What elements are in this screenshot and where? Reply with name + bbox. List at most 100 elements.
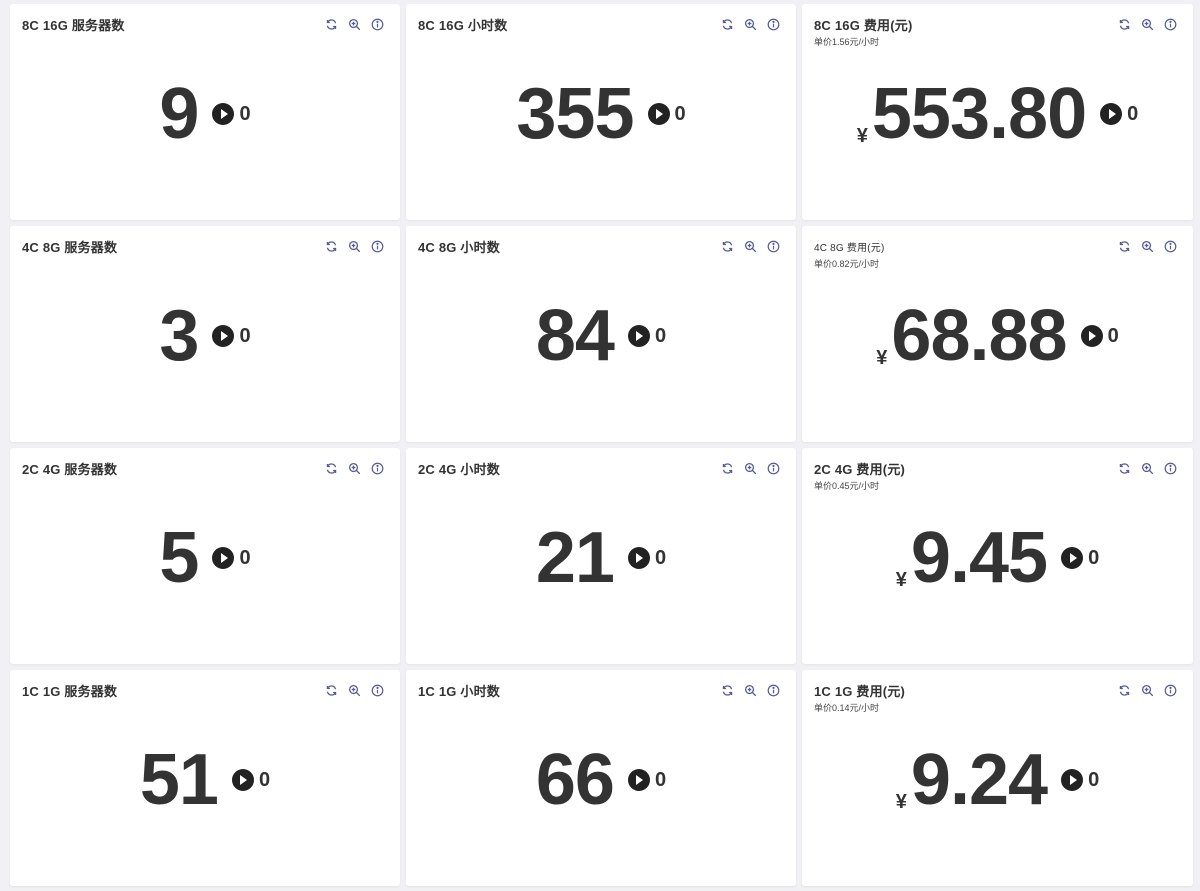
play-icon (231, 769, 254, 791)
metric-card: 4C 8G 小时数 84 0 (406, 226, 796, 442)
card-title: 2C 4G 费用(元) (814, 462, 906, 477)
zoom-in-icon[interactable] (1140, 683, 1154, 697)
change-indicator: 0 (1061, 769, 1099, 792)
play-icon (627, 547, 650, 569)
card-toolbar (1117, 683, 1177, 697)
refresh-icon[interactable] (1117, 239, 1131, 253)
metric-value-area: 355 0 (406, 74, 796, 154)
zoom-in-icon[interactable] (347, 683, 361, 697)
refresh-icon[interactable] (324, 239, 338, 253)
change-indicator: 0 (212, 546, 251, 570)
info-icon[interactable] (766, 17, 780, 31)
info-icon[interactable] (766, 239, 780, 253)
metric-value-area: ¥ 68.88 0 (802, 296, 1193, 376)
card-toolbar (1117, 239, 1177, 253)
info-icon[interactable] (766, 683, 780, 697)
info-icon[interactable] (1163, 683, 1177, 697)
change-indicator: 0 (1061, 547, 1099, 570)
refresh-icon[interactable] (1117, 683, 1131, 697)
info-icon[interactable] (370, 239, 384, 253)
refresh-icon[interactable] (324, 17, 338, 31)
play-icon (212, 103, 235, 125)
delta-value: 0 (654, 546, 667, 569)
delta-value: 0 (239, 102, 251, 125)
card-toolbar (1117, 17, 1177, 31)
card-subtitle: 单价0.45元/小时 (814, 481, 880, 491)
delta-value: 0 (239, 324, 251, 347)
zoom-in-icon[interactable] (743, 461, 757, 475)
card-title: 1C 1G 小时数 (418, 684, 500, 699)
delta-value: 0 (1088, 768, 1100, 791)
metric-value: 66 (535, 740, 615, 820)
card-toolbar (720, 239, 780, 253)
refresh-icon[interactable] (1117, 461, 1131, 475)
zoom-in-icon[interactable] (1140, 461, 1154, 475)
metric-value: 21 (535, 518, 615, 598)
metric-value: 9.45 (910, 518, 1048, 598)
metric-value: 3 (159, 296, 199, 376)
card-subtitle: 单价0.82元/小时 (814, 259, 880, 269)
zoom-in-icon[interactable] (1140, 239, 1154, 253)
refresh-icon[interactable] (1117, 17, 1131, 31)
zoom-in-icon[interactable] (743, 239, 757, 253)
refresh-icon[interactable] (324, 683, 338, 697)
play-icon (627, 769, 650, 791)
delta-value: 0 (674, 102, 686, 125)
delta-value: 0 (1127, 102, 1139, 125)
zoom-in-icon[interactable] (743, 683, 757, 697)
zoom-in-icon[interactable] (743, 17, 757, 31)
card-title: 1C 1G 费用(元) (814, 684, 906, 699)
zoom-in-icon[interactable] (347, 461, 361, 475)
metric-card: 1C 1G 小时数 66 0 (406, 670, 796, 886)
metric-card: 4C 8G 费用(元) 单价0.82元/小时 ¥ 68.88 0 (802, 226, 1193, 442)
zoom-in-icon[interactable] (1140, 17, 1154, 31)
info-icon[interactable] (370, 461, 384, 475)
zoom-in-icon[interactable] (347, 239, 361, 253)
info-icon[interactable] (370, 683, 384, 697)
play-icon (1080, 325, 1103, 347)
metric-value-area: ¥ 9.24 0 (802, 740, 1193, 820)
play-icon (647, 103, 670, 125)
change-indicator: 0 (231, 769, 270, 792)
metric-value: 355 (516, 74, 634, 154)
card-toolbar (324, 461, 384, 475)
metric-card: 8C 16G 费用(元) 单价1.56元/小时 ¥ 553.80 0 (802, 4, 1193, 220)
info-icon[interactable] (370, 17, 384, 31)
change-indicator: 0 (212, 102, 251, 126)
currency-symbol: ¥ (895, 569, 907, 591)
info-icon[interactable] (1163, 17, 1177, 31)
metric-value-area: ¥ 9.45 0 (802, 518, 1193, 598)
metric-card: 4C 8G 服务器数 3 0 (10, 226, 400, 442)
metric-card: 8C 16G 服务器数 9 0 (10, 4, 400, 220)
delta-value: 0 (239, 546, 251, 569)
info-icon[interactable] (1163, 461, 1177, 475)
play-icon (1061, 769, 1084, 791)
metric-card: 8C 16G 小时数 355 0 (406, 4, 796, 220)
zoom-in-icon[interactable] (347, 17, 361, 31)
info-icon[interactable] (1163, 239, 1177, 253)
metric-value: 84 (535, 296, 615, 376)
card-title: 2C 4G 服务器数 (22, 462, 118, 477)
delta-value: 0 (654, 768, 667, 791)
dashboard-grid: 8C 16G 服务器数 9 0 8C 16G 小时数 355 0 8C 16G … (10, 4, 1193, 886)
metric-value: 9 (159, 74, 199, 154)
delta-value: 0 (1107, 324, 1119, 347)
play-icon (1061, 547, 1084, 569)
refresh-icon[interactable] (720, 239, 734, 253)
metric-value-area: 84 0 (406, 296, 796, 376)
refresh-icon[interactable] (720, 461, 734, 475)
card-title: 4C 8G 服务器数 (22, 240, 118, 255)
card-toolbar (324, 239, 384, 253)
refresh-icon[interactable] (720, 17, 734, 31)
refresh-icon[interactable] (720, 683, 734, 697)
card-toolbar (720, 683, 780, 697)
metric-value-area: 9 0 (10, 74, 400, 154)
info-icon[interactable] (766, 461, 780, 475)
card-title: 1C 1G 服务器数 (22, 684, 118, 699)
refresh-icon[interactable] (324, 461, 338, 475)
change-indicator: 0 (1080, 324, 1119, 348)
metric-value: 5 (159, 518, 199, 598)
metric-card: 1C 1G 费用(元) 单价0.14元/小时 ¥ 9.24 0 (802, 670, 1193, 886)
card-title: 4C 8G 小时数 (418, 240, 500, 255)
metric-value: 68.88 (891, 296, 1067, 376)
